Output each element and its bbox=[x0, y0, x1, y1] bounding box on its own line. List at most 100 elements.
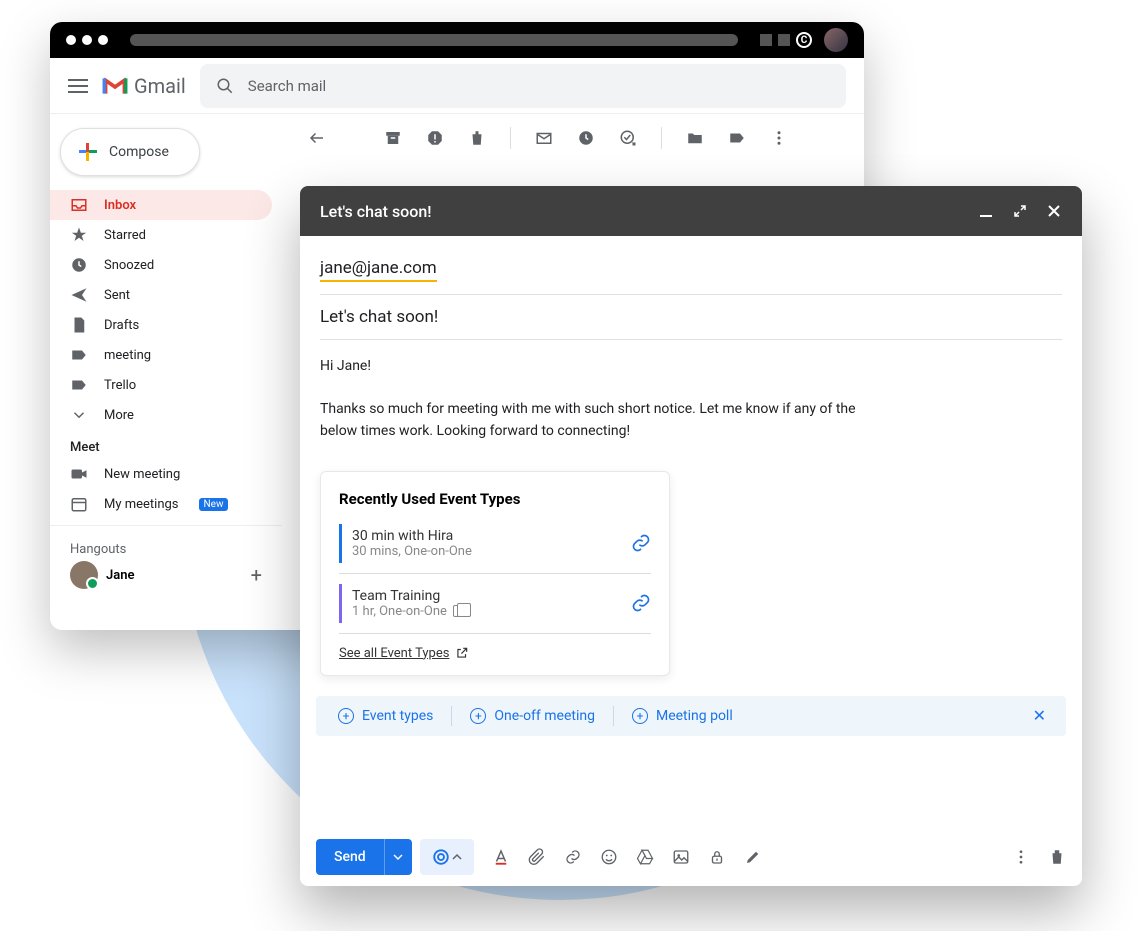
event-name: Team Training bbox=[352, 588, 621, 604]
event-meta: 1 hr, One-on-One bbox=[352, 604, 447, 619]
sidebar-item-label: Trello bbox=[104, 378, 136, 393]
snooze-icon[interactable] bbox=[577, 129, 595, 147]
format-icon[interactable] bbox=[492, 848, 510, 866]
profile-avatar[interactable] bbox=[824, 28, 848, 52]
see-all-label: See all Event Types bbox=[339, 646, 449, 661]
hangouts-user[interactable]: Jane + bbox=[50, 561, 282, 589]
mark-unread-icon[interactable] bbox=[535, 129, 553, 147]
sidebar-item-label: meeting bbox=[104, 348, 151, 363]
move-icon[interactable] bbox=[686, 129, 704, 147]
emoji-icon[interactable] bbox=[600, 848, 618, 866]
plus-circle-icon: + bbox=[470, 708, 486, 724]
gmail-header: Gmail Search mail bbox=[50, 58, 864, 114]
attach-icon[interactable] bbox=[528, 848, 546, 866]
sidebar-item-label: Drafts bbox=[104, 318, 139, 333]
chip-label: Meeting poll bbox=[656, 708, 733, 724]
sidebar-item-label: My meetings bbox=[104, 497, 179, 512]
sidebar-item-label: Sent bbox=[104, 288, 130, 303]
delete-icon[interactable] bbox=[468, 129, 486, 147]
search-bar[interactable]: Search mail bbox=[200, 64, 846, 108]
sidebar-item-label: Starred bbox=[104, 228, 146, 243]
discard-icon[interactable] bbox=[1048, 848, 1066, 866]
send-icon bbox=[70, 286, 88, 304]
address-bar[interactable] bbox=[130, 34, 738, 46]
archive-icon[interactable] bbox=[384, 129, 402, 147]
sidebar-item-starred[interactable]: Starred bbox=[50, 220, 272, 250]
sidebar-item-meeting[interactable]: meeting bbox=[50, 340, 272, 370]
sidebar-item-snoozed[interactable]: Snoozed bbox=[50, 250, 272, 280]
sidebar-item-inbox[interactable]: Inbox bbox=[50, 190, 272, 220]
event-type-row[interactable]: 30 min with Hira 30 mins, One-on-One bbox=[339, 524, 651, 563]
clock-icon bbox=[70, 256, 88, 274]
copy-link-icon[interactable] bbox=[631, 533, 651, 553]
plus-icon[interactable]: + bbox=[251, 563, 262, 587]
sidebar-item-more[interactable]: More bbox=[50, 400, 272, 430]
calendly-icon bbox=[432, 848, 450, 866]
sidebar-item-new-meeting[interactable]: New meeting bbox=[50, 459, 272, 489]
gmail-logo: Gmail bbox=[102, 74, 186, 98]
browser-titlebar: C bbox=[50, 22, 864, 58]
more-icon[interactable] bbox=[1012, 848, 1030, 866]
calendar-icon bbox=[70, 495, 88, 513]
copy-icon[interactable] bbox=[453, 605, 465, 617]
back-icon[interactable] bbox=[308, 129, 326, 147]
calendly-card: Recently Used Event Types 30 min with Hi… bbox=[320, 471, 670, 676]
sidebar: Compose Inbox Starred Snoozed Sent Draft… bbox=[50, 114, 282, 630]
meet-header: Meet bbox=[50, 430, 282, 459]
sidebar-item-my-meetings[interactable]: My meetings New bbox=[50, 489, 272, 519]
pen-icon[interactable] bbox=[744, 848, 762, 866]
sidebar-item-drafts[interactable]: Drafts bbox=[50, 310, 272, 340]
send-label: Send bbox=[316, 849, 384, 865]
event-type-row[interactable]: Team Training 1 hr, One-on-One bbox=[339, 584, 651, 623]
link-icon[interactable] bbox=[564, 848, 582, 866]
copy-link-icon[interactable] bbox=[631, 593, 651, 613]
close-icon[interactable] bbox=[1046, 203, 1062, 219]
search-icon bbox=[216, 77, 234, 95]
labels-icon[interactable] bbox=[728, 129, 746, 147]
minimize-icon[interactable] bbox=[978, 203, 994, 219]
chip-meeting-poll[interactable]: +Meeting poll bbox=[622, 704, 743, 728]
body-text: Thanks so much for meeting with me with … bbox=[320, 399, 860, 442]
send-button[interactable]: Send bbox=[316, 839, 412, 875]
compose-header[interactable]: Let's chat soon! bbox=[300, 186, 1082, 236]
to-field[interactable]: jane@jane.com bbox=[320, 246, 1062, 294]
chevron-up-icon bbox=[452, 852, 462, 862]
to-value: jane@jane.com bbox=[320, 258, 437, 282]
subject-field[interactable]: Let's chat soon! bbox=[320, 295, 1062, 339]
compose-toolbar: Send bbox=[300, 826, 1082, 886]
event-name: 30 min with Hira bbox=[352, 528, 621, 544]
sidebar-item-trello[interactable]: Trello bbox=[50, 370, 272, 400]
mail-toolbar bbox=[282, 114, 864, 162]
expand-icon[interactable] bbox=[1012, 203, 1028, 219]
file-icon bbox=[70, 316, 88, 334]
sidebar-item-label: More bbox=[104, 408, 134, 423]
compose-title: Let's chat soon! bbox=[320, 202, 431, 221]
calendly-chip-row: +Event types +One-off meeting +Meeting p… bbox=[316, 696, 1066, 736]
label-icon bbox=[70, 376, 88, 394]
plus-circle-icon: + bbox=[338, 708, 354, 724]
drive-icon[interactable] bbox=[636, 848, 654, 866]
hamburger-icon[interactable] bbox=[68, 85, 88, 87]
spam-icon[interactable] bbox=[426, 129, 444, 147]
task-icon[interactable] bbox=[619, 129, 637, 147]
chip-one-off[interactable]: +One-off meeting bbox=[460, 704, 605, 728]
hangouts-header: Hangouts bbox=[50, 532, 282, 561]
sidebar-item-sent[interactable]: Sent bbox=[50, 280, 272, 310]
avatar-icon bbox=[70, 561, 98, 589]
close-icon[interactable]: ✕ bbox=[1025, 706, 1054, 725]
compose-body[interactable]: Hi Jane! Thanks so much for meeting with… bbox=[300, 340, 1082, 459]
image-icon[interactable] bbox=[672, 848, 690, 866]
chevron-down-icon bbox=[70, 406, 88, 424]
star-icon bbox=[70, 226, 88, 244]
hangouts-user-name: Jane bbox=[106, 568, 134, 583]
see-all-link[interactable]: See all Event Types bbox=[339, 646, 651, 661]
compose-window: Let's chat soon! jane@jane.com Let's cha… bbox=[300, 186, 1082, 886]
compose-button[interactable]: Compose bbox=[60, 128, 200, 176]
calendly-button[interactable] bbox=[420, 839, 474, 875]
extension-icon[interactable]: C bbox=[796, 32, 812, 48]
more-icon[interactable] bbox=[770, 129, 788, 147]
chip-event-types[interactable]: +Event types bbox=[328, 704, 443, 728]
sidebar-item-label: Snoozed bbox=[104, 258, 154, 273]
send-dropdown-icon[interactable] bbox=[384, 839, 412, 875]
lock-icon[interactable] bbox=[708, 848, 726, 866]
